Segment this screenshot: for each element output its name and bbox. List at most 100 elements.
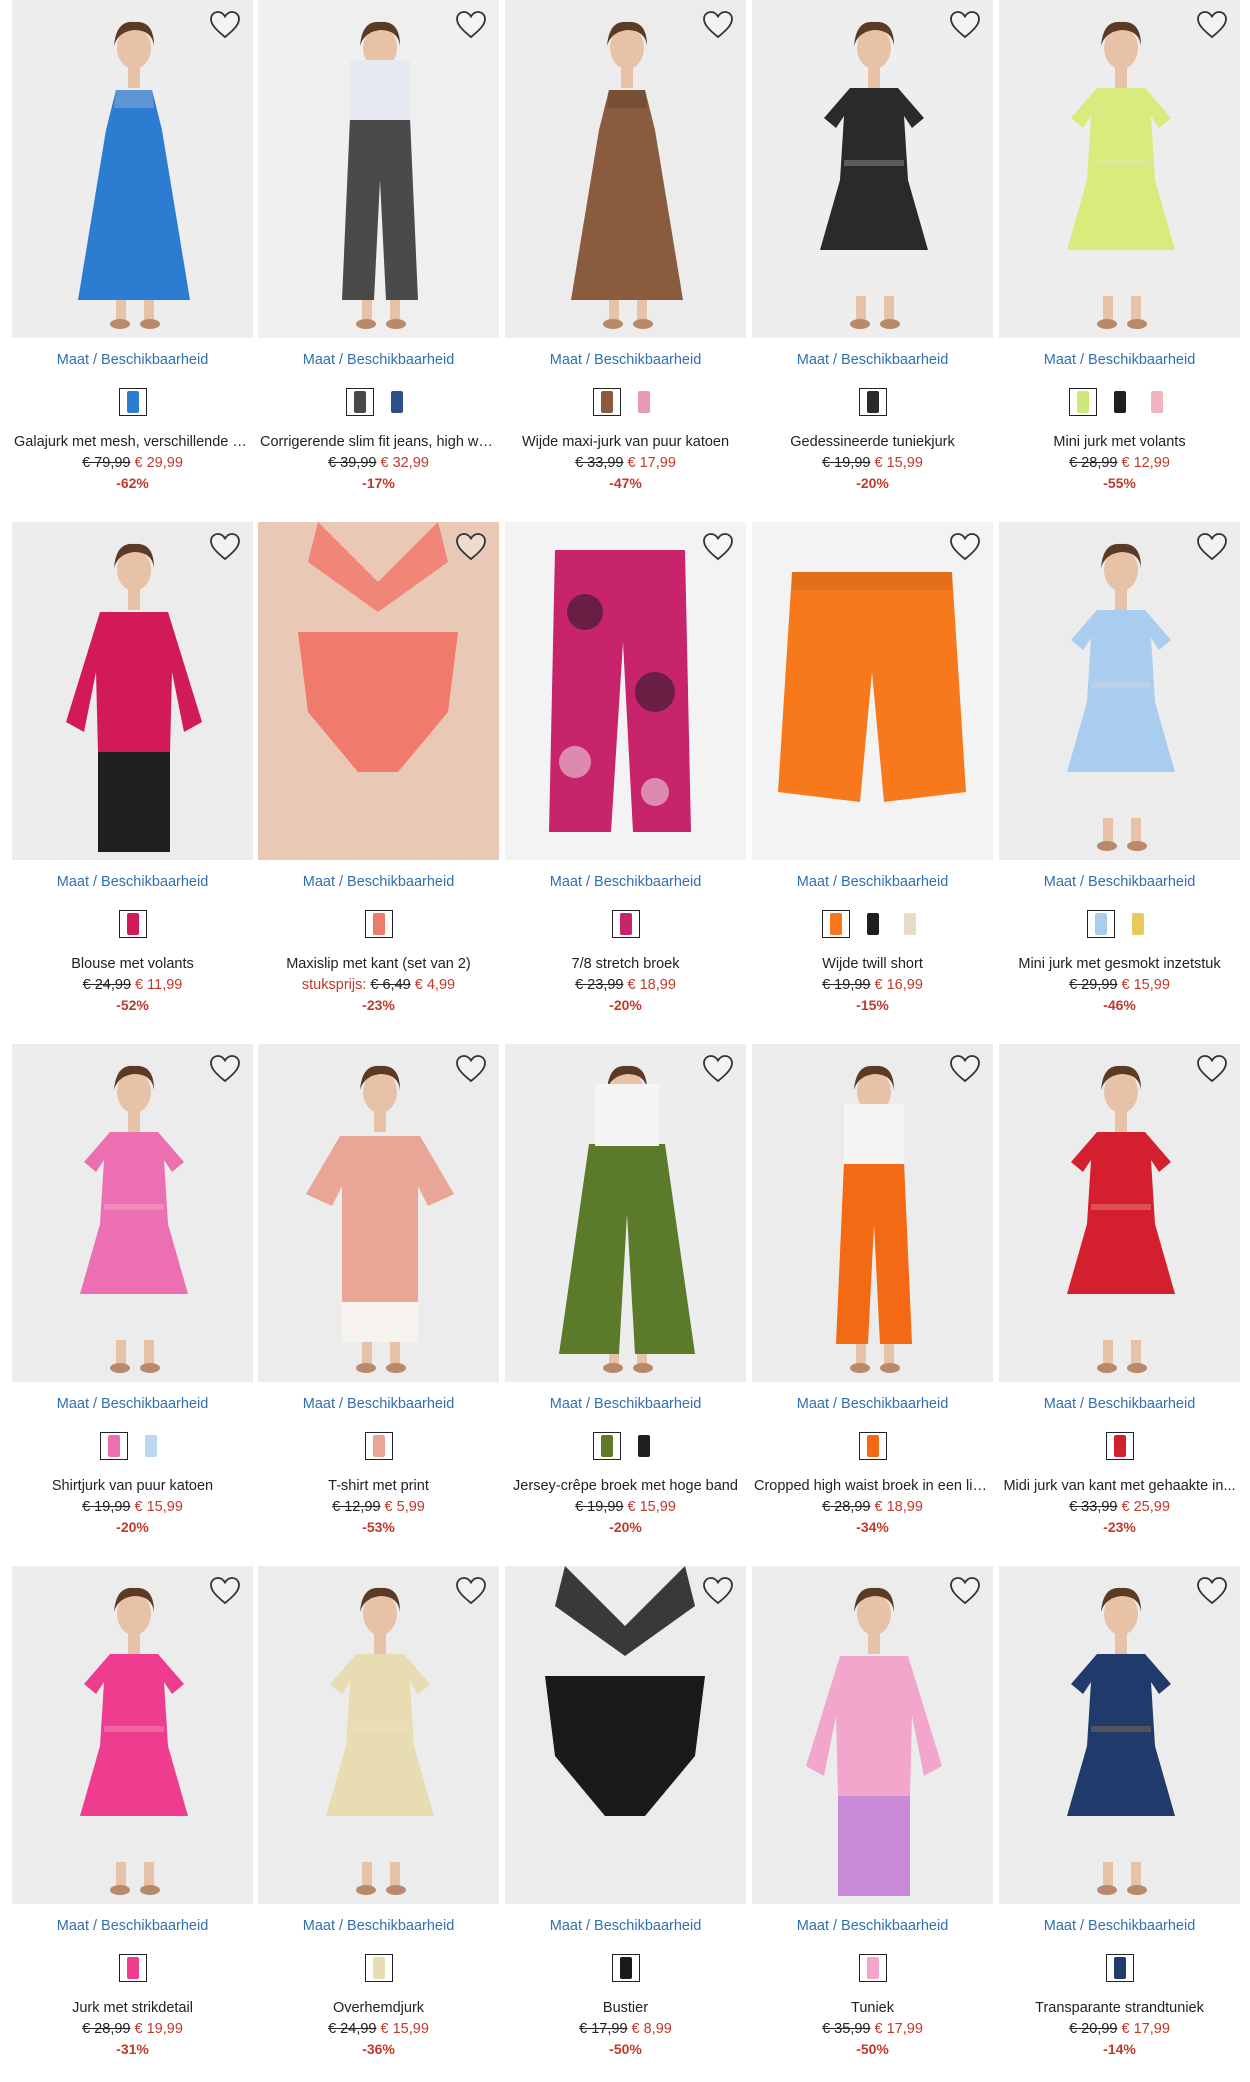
product-card[interactable]: Maat / Beschikbaarheid Overhemdjurk € 24… [258, 1566, 499, 2058]
wishlist-heart-icon[interactable] [1196, 1054, 1228, 1084]
size-availability-link[interactable]: Maat / Beschikbaarheid [999, 872, 1240, 892]
wishlist-heart-icon[interactable] [209, 532, 241, 562]
product-image[interactable] [752, 1566, 993, 1904]
color-swatch[interactable] [859, 910, 887, 938]
product-image-wrapper[interactable] [505, 1566, 746, 1904]
product-image[interactable] [999, 522, 1240, 860]
color-swatch[interactable] [1105, 1954, 1134, 1982]
color-swatch[interactable] [611, 910, 640, 938]
product-card[interactable]: Maat / Beschikbaarheid Wijde maxi-jurk v… [505, 0, 746, 492]
color-swatch[interactable] [100, 1432, 128, 1460]
product-image-wrapper[interactable] [505, 522, 746, 860]
color-swatch[interactable] [118, 388, 147, 416]
product-title[interactable]: T-shirt met print [258, 1477, 499, 1495]
product-image[interactable] [258, 1566, 499, 1904]
color-swatch[interactable] [858, 388, 887, 416]
size-availability-link[interactable]: Maat / Beschikbaarheid [752, 1394, 993, 1414]
wishlist-heart-icon[interactable] [1196, 1576, 1228, 1606]
product-title[interactable]: 7/8 stretch broek [505, 955, 746, 973]
product-image-wrapper[interactable] [258, 1044, 499, 1382]
wishlist-heart-icon[interactable] [455, 532, 487, 562]
color-swatch[interactable] [858, 1954, 887, 1982]
size-availability-link[interactable]: Maat / Beschikbaarheid [12, 1394, 253, 1414]
product-image-wrapper[interactable] [752, 1566, 993, 1904]
size-availability-link[interactable]: Maat / Beschikbaarheid [999, 1916, 1240, 1936]
product-title[interactable]: Blouse met volants [12, 955, 253, 973]
product-image-wrapper[interactable] [999, 1044, 1240, 1382]
color-swatch[interactable] [364, 1432, 393, 1460]
product-image-wrapper[interactable] [752, 522, 993, 860]
product-card[interactable]: Maat / Beschikbaarheid Jurk met strikdet… [12, 1566, 253, 2058]
product-image-wrapper[interactable] [752, 1044, 993, 1382]
product-image[interactable] [12, 0, 253, 338]
product-image-wrapper[interactable] [12, 1566, 253, 1904]
color-swatch[interactable] [364, 910, 393, 938]
product-title[interactable]: Galajurk met mesh, verschillende d... [12, 433, 253, 451]
product-card[interactable]: Maat / Beschikbaarheid Blouse met volant… [12, 522, 253, 1014]
color-swatch[interactable] [611, 1954, 640, 1982]
product-image[interactable] [12, 522, 253, 860]
product-image[interactable] [12, 1566, 253, 1904]
color-swatch[interactable] [1087, 910, 1115, 938]
size-availability-link[interactable]: Maat / Beschikbaarheid [12, 872, 253, 892]
color-swatch[interactable] [593, 1432, 621, 1460]
wishlist-heart-icon[interactable] [209, 1054, 241, 1084]
product-title[interactable]: Shirtjurk van puur katoen [12, 1477, 253, 1495]
wishlist-heart-icon[interactable] [702, 10, 734, 40]
size-availability-link[interactable]: Maat / Beschikbaarheid [258, 1394, 499, 1414]
product-image-wrapper[interactable] [505, 0, 746, 338]
color-swatch[interactable] [1143, 388, 1171, 416]
product-card[interactable]: Maat / Beschikbaarheid Shirtjurk van puu… [12, 1044, 253, 1536]
product-image[interactable] [258, 1044, 499, 1382]
color-swatch[interactable] [346, 388, 374, 416]
size-availability-link[interactable]: Maat / Beschikbaarheid [258, 872, 499, 892]
color-swatch[interactable] [118, 910, 147, 938]
size-availability-link[interactable]: Maat / Beschikbaarheid [999, 1394, 1240, 1414]
product-image-wrapper[interactable] [752, 0, 993, 338]
color-swatch[interactable] [896, 910, 924, 938]
product-image-wrapper[interactable] [12, 522, 253, 860]
product-image[interactable] [258, 0, 499, 338]
product-title[interactable]: Maxislip met kant (set van 2) [258, 955, 499, 973]
product-title[interactable]: Corrigerende slim fit jeans, high wa... [258, 433, 499, 451]
product-title[interactable]: Cropped high waist broek in een lin... [752, 1477, 993, 1495]
product-title[interactable]: Midi jurk van kant met gehaakte in... [999, 1477, 1240, 1495]
product-image-wrapper[interactable] [12, 1044, 253, 1382]
size-availability-link[interactable]: Maat / Beschikbaarheid [505, 350, 746, 370]
color-swatch[interactable] [1105, 1432, 1134, 1460]
product-title[interactable]: Overhemdjurk [258, 1999, 499, 2017]
product-image-wrapper[interactable] [258, 522, 499, 860]
product-title[interactable]: Wijde twill short [752, 955, 993, 973]
product-image-wrapper[interactable] [999, 1566, 1240, 1904]
product-image[interactable] [12, 1044, 253, 1382]
product-title[interactable]: Bustier [505, 1999, 746, 2017]
size-availability-link[interactable]: Maat / Beschikbaarheid [999, 350, 1240, 370]
product-title[interactable]: Transparante strandtuniek [999, 1999, 1240, 2017]
product-image[interactable] [505, 0, 746, 338]
wishlist-heart-icon[interactable] [949, 532, 981, 562]
product-card[interactable]: Maat / Beschikbaarheid Midi jurk van kan… [999, 1044, 1240, 1536]
product-image[interactable] [999, 0, 1240, 338]
product-card[interactable]: Maat / Beschikbaarheid 7/8 stretch broek… [505, 522, 746, 1014]
product-card[interactable]: Maat / Beschikbaarheid Mini jurk met ges… [999, 522, 1240, 1014]
product-title[interactable]: Tuniek [752, 1999, 993, 2017]
product-card[interactable]: Maat / Beschikbaarheid Transparante stra… [999, 1566, 1240, 2058]
product-image[interactable] [752, 1044, 993, 1382]
product-image[interactable] [752, 522, 993, 860]
color-swatch[interactable] [364, 1954, 393, 1982]
size-availability-link[interactable]: Maat / Beschikbaarheid [752, 1916, 993, 1936]
wishlist-heart-icon[interactable] [949, 1576, 981, 1606]
product-card[interactable]: Maat / Beschikbaarheid Tuniek € 35,99 € … [752, 1566, 993, 2058]
product-card[interactable]: Maat / Beschikbaarheid T-shirt met print… [258, 1044, 499, 1536]
wishlist-heart-icon[interactable] [949, 10, 981, 40]
size-availability-link[interactable]: Maat / Beschikbaarheid [505, 1394, 746, 1414]
size-availability-link[interactable]: Maat / Beschikbaarheid [505, 1916, 746, 1936]
product-title[interactable]: Jersey-crêpe broek met hoge band [505, 1477, 746, 1495]
wishlist-heart-icon[interactable] [1196, 532, 1228, 562]
wishlist-heart-icon[interactable] [702, 1054, 734, 1084]
size-availability-link[interactable]: Maat / Beschikbaarheid [258, 1916, 499, 1936]
wishlist-heart-icon[interactable] [209, 10, 241, 40]
color-swatch[interactable] [593, 388, 621, 416]
size-availability-link[interactable]: Maat / Beschikbaarheid [505, 872, 746, 892]
product-card[interactable]: Maat / Beschikbaarheid Galajurk met mesh… [12, 0, 253, 492]
